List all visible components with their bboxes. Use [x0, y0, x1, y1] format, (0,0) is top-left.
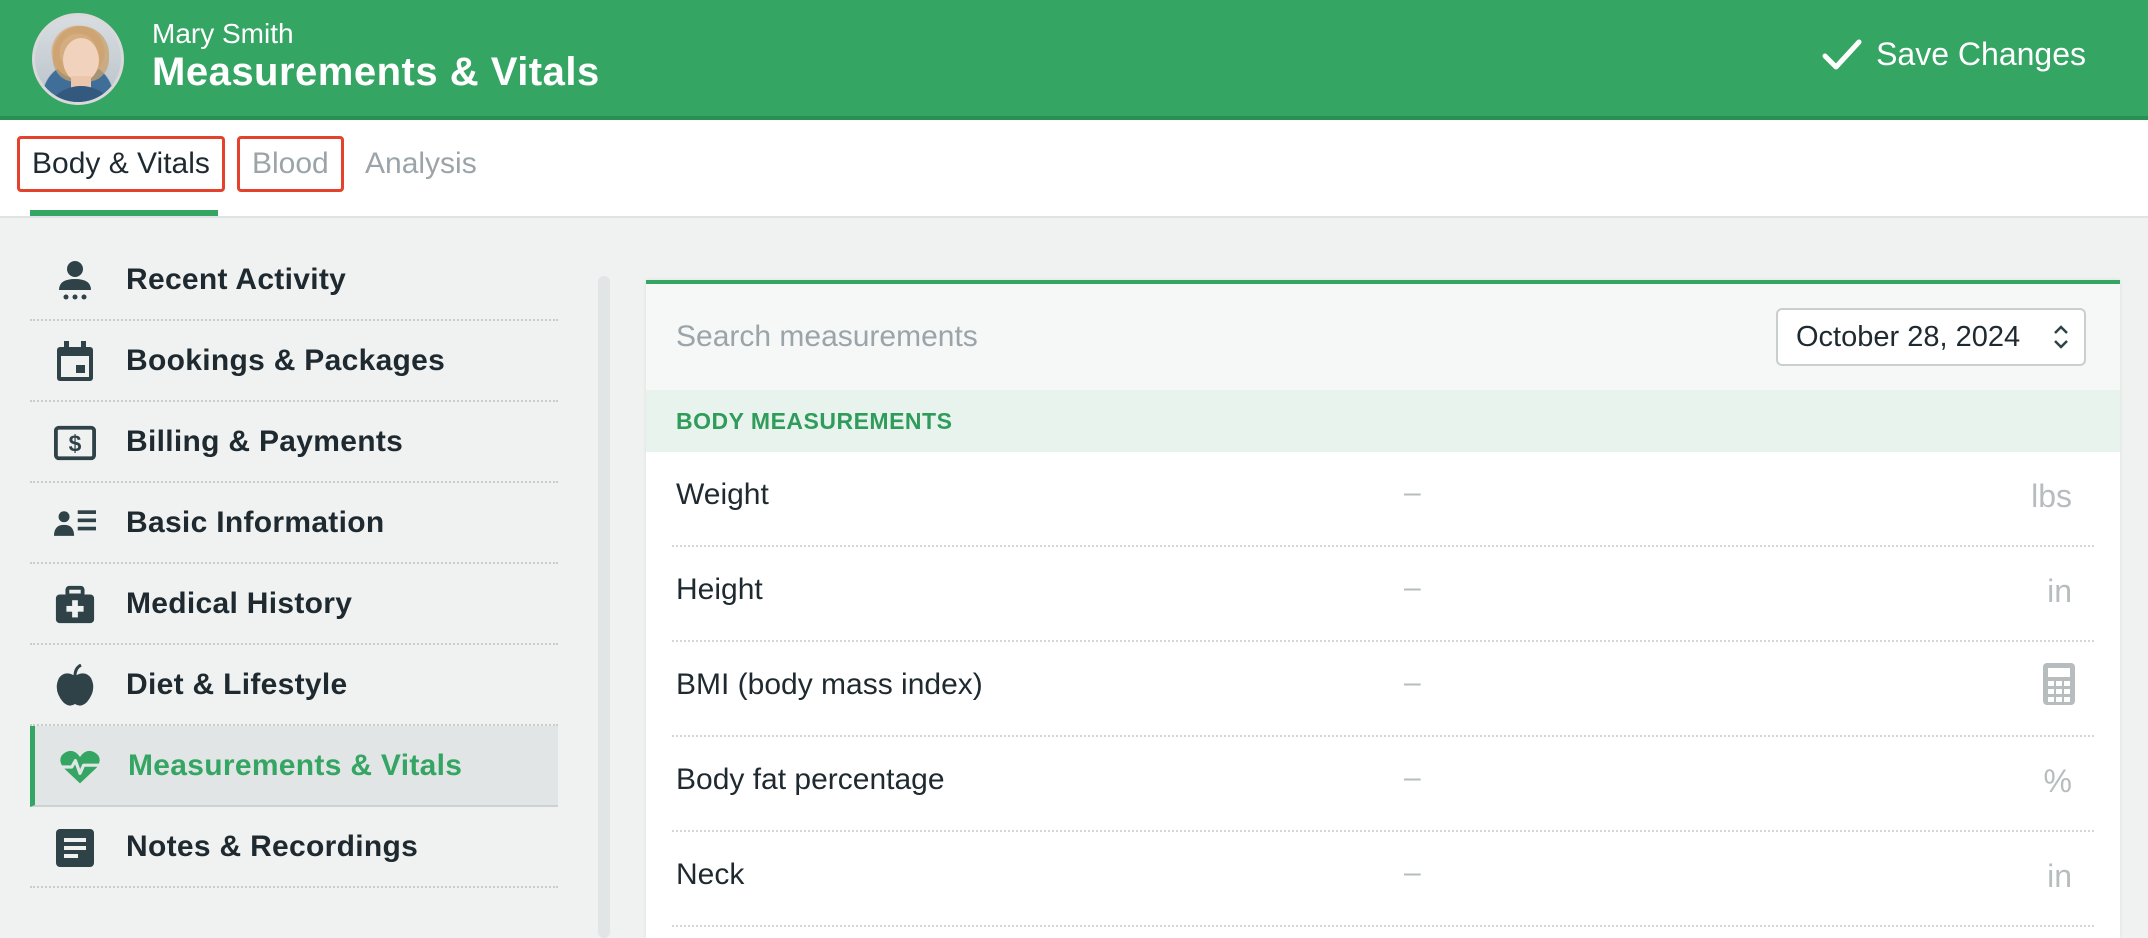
- page-title: Measurements & Vitals: [152, 50, 600, 94]
- sidebar-item-label: Notes & Recordings: [126, 829, 419, 863]
- measurement-label: Neck: [676, 858, 745, 891]
- search-input[interactable]: [676, 310, 1576, 364]
- active-tab-indicator: [30, 210, 218, 216]
- measurement-row-neck[interactable]: Neck – in: [672, 832, 2094, 927]
- tab-body-vitals[interactable]: Body & Vitals: [17, 136, 225, 192]
- measurement-row-bmi[interactable]: BMI (body mass index) –: [672, 642, 2094, 737]
- svg-text:$: $: [69, 431, 82, 457]
- measurement-unit: in: [2047, 858, 2072, 894]
- heart-pulse-icon: [59, 746, 101, 788]
- apple-icon: [54, 664, 96, 707]
- save-changes-label: Save Changes: [1876, 36, 2086, 72]
- measurement-value[interactable]: –: [1404, 856, 1421, 890]
- sidebar-item-label: Billing & Payments: [126, 424, 404, 458]
- sidebar-item-bookings[interactable]: Bookings & Packages: [30, 321, 558, 402]
- measurement-unit: %: [2043, 763, 2072, 799]
- measurement-row-body-fat[interactable]: Body fat percentage – %: [672, 737, 2094, 832]
- sidebar-item-recent-activity[interactable]: Recent Activity: [30, 240, 558, 321]
- tab-analysis[interactable]: Analysis: [353, 136, 489, 192]
- measurement-label: Body fat percentage: [676, 763, 945, 796]
- section-header: BODY MEASUREMENTS: [646, 390, 2120, 452]
- sidebar-item-label: Measurements & Vitals: [128, 748, 463, 782]
- sidebar-item-label: Diet & Lifestyle: [126, 667, 348, 701]
- calendar-icon: [54, 341, 96, 383]
- sidebar-nav: Recent Activity Bookings & Packages $ Bi…: [30, 240, 558, 888]
- measurement-row-weight[interactable]: Weight – lbs: [672, 452, 2094, 547]
- sidebar-item-measurements-vitals[interactable]: Measurements & Vitals: [30, 726, 558, 807]
- measurement-label: Height: [676, 573, 763, 606]
- chevron-up-down-icon: [2054, 325, 2068, 349]
- sidebar-item-billing[interactable]: $ Billing & Payments: [30, 402, 558, 483]
- avatar[interactable]: [32, 13, 124, 105]
- app-header: Mary Smith Measurements & Vitals Save Ch…: [0, 0, 2148, 120]
- sidebar-item-notes[interactable]: Notes & Recordings: [30, 807, 558, 888]
- measurement-unit: lbs: [2031, 478, 2072, 514]
- measurement-value[interactable]: –: [1404, 571, 1421, 605]
- measurement-value[interactable]: –: [1404, 666, 1421, 700]
- measurement-label: Weight: [676, 478, 769, 511]
- calculator-icon[interactable]: [2042, 662, 2076, 706]
- notes-icon: [54, 827, 96, 869]
- save-changes-button[interactable]: Save Changes: [1822, 36, 2086, 73]
- contact-list-icon: [54, 503, 96, 545]
- date-select[interactable]: October 28, 2024: [1776, 308, 2086, 366]
- measurement-value[interactable]: –: [1404, 761, 1421, 795]
- sidebar-item-label: Basic Information: [126, 505, 385, 539]
- sidebar-item-diet-lifestyle[interactable]: Diet & Lifestyle: [30, 645, 558, 726]
- sidebar-item-label: Medical History: [126, 586, 353, 620]
- sidebar-item-medical-history[interactable]: Medical History: [30, 564, 558, 645]
- measurement-value[interactable]: –: [1404, 476, 1421, 510]
- search-row: October 28, 2024: [646, 284, 2120, 390]
- checkmark-icon: [1822, 39, 1862, 69]
- person-icon: [54, 260, 96, 302]
- section-title: BODY MEASUREMENTS: [676, 408, 953, 434]
- measurement-label: BMI (body mass index): [676, 668, 983, 701]
- date-value: October 28, 2024: [1796, 321, 2021, 353]
- sidebar-item-basic-info[interactable]: Basic Information: [30, 483, 558, 564]
- user-name: Mary Smith: [152, 18, 294, 49]
- medical-kit-icon: [54, 584, 96, 626]
- sidebar-scrollbar[interactable]: [598, 276, 610, 938]
- sidebar-item-label: Recent Activity: [126, 262, 347, 296]
- dollar-bill-icon: $: [54, 422, 96, 464]
- sidebar-item-label: Bookings & Packages: [126, 343, 446, 377]
- measurement-row-height[interactable]: Height – in: [672, 547, 2094, 642]
- tab-blood[interactable]: Blood: [237, 136, 344, 192]
- measurement-unit: in: [2047, 573, 2072, 609]
- measurements-panel: October 28, 2024 BODY MEASUREMENTS Weigh…: [646, 280, 2120, 938]
- tab-bar: Body & Vitals Blood Analysis: [0, 120, 2148, 218]
